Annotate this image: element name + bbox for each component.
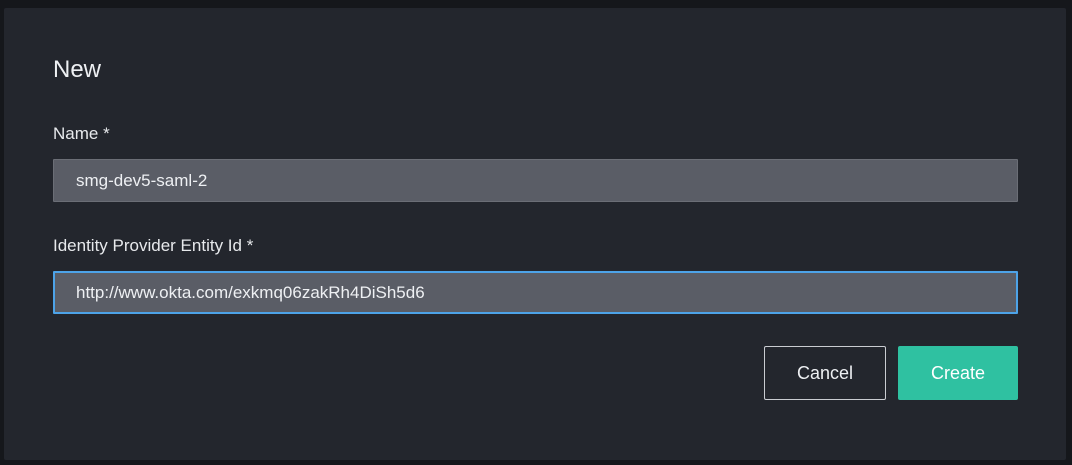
idp-entity-id-label: Identity Provider Entity Id * — [53, 236, 254, 255]
name-input[interactable] — [53, 159, 1018, 202]
cancel-button[interactable]: Cancel — [764, 346, 886, 400]
new-dialog: New Name * Identity Provider Entity Id *… — [4, 8, 1066, 460]
name-label: Name * — [53, 124, 110, 143]
idp-entity-id-input[interactable] — [53, 271, 1018, 314]
create-button[interactable]: Create — [898, 346, 1018, 400]
dialog-title: New — [53, 56, 102, 83]
